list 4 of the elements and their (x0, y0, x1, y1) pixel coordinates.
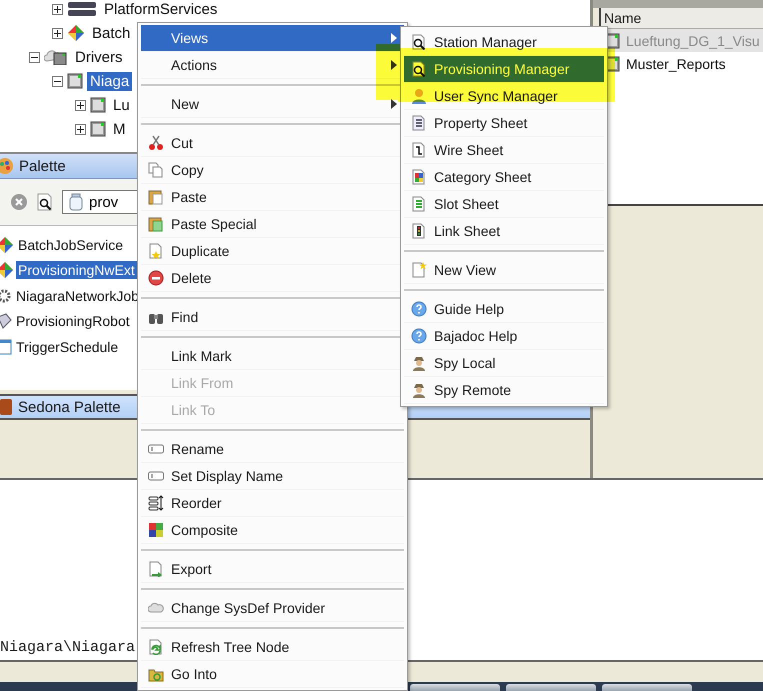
table-cell: Muster_Reports (626, 56, 726, 72)
panel-title: Palette (19, 158, 66, 174)
console-text: Niagara\Niagara (0, 639, 136, 656)
table-cell: Lueftung_DG_1_Visu (626, 32, 760, 48)
